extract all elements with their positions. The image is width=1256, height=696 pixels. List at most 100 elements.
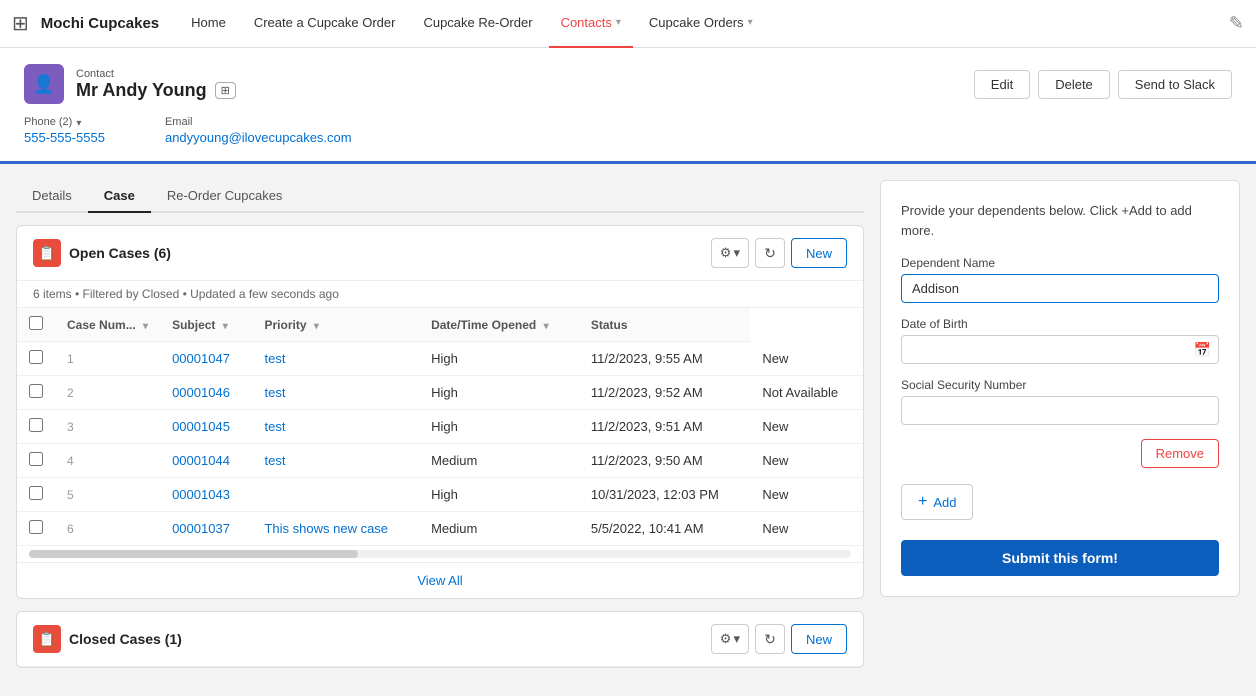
sort-icon: ▾	[544, 321, 549, 332]
phone-field: Phone (2) ▾ 555-555-5555	[24, 116, 105, 145]
calendar-icon[interactable]: 📅	[1194, 341, 1211, 358]
dependents-form: Provide your dependents below. Click +Ad…	[880, 180, 1240, 597]
plus-icon: +	[918, 493, 927, 511]
nav-create-order[interactable]: Create a Cupcake Order	[242, 0, 408, 48]
chevron-down-icon: ▾	[616, 17, 621, 28]
case-subject-link[interactable]: test	[264, 453, 285, 468]
datetime-cell: 11/2/2023, 9:51 AM	[579, 410, 751, 444]
date-of-birth-label: Date of Birth	[901, 317, 1219, 331]
table-row: 1 00001047 test High 11/2/2023, 9:55 AM …	[17, 342, 863, 376]
contact-partner-badge: ⊞	[215, 82, 236, 99]
table-row: 5 00001043 High 10/31/2023, 12:03 PM New	[17, 478, 863, 512]
case-subject-link[interactable]: This shows new case	[264, 521, 388, 536]
row-checkbox-cell	[17, 512, 55, 546]
case-number-link[interactable]: 00001045	[172, 419, 230, 434]
row-checkbox[interactable]	[29, 350, 43, 364]
edit-button[interactable]: Edit	[974, 70, 1030, 99]
phone-value[interactable]: 555-555-5555	[24, 130, 105, 145]
add-button[interactable]: + Add	[901, 484, 973, 520]
ssn-input[interactable]	[901, 396, 1219, 425]
new-case-button[interactable]: New	[791, 238, 847, 268]
closed-cases-header: 📋 Closed Cases (1) ⚙ ▾ ↻ New	[17, 612, 863, 667]
priority-cell: High	[419, 342, 579, 376]
case-subject-link[interactable]: test	[264, 419, 285, 434]
table-row: 2 00001046 test High 11/2/2023, 9:52 AM …	[17, 376, 863, 410]
tab-reorder[interactable]: Re-Order Cupcakes	[151, 180, 299, 213]
subject-cell: This shows new case	[252, 512, 419, 546]
priority-cell: Medium	[419, 512, 579, 546]
email-label: Email	[165, 116, 352, 128]
th-subject[interactable]: Subject ▾	[160, 308, 252, 342]
case-number-cell: 00001044	[160, 444, 252, 478]
view-all-link[interactable]: View All	[17, 562, 863, 598]
gear-icon: ⚙	[720, 631, 732, 647]
tab-details[interactable]: Details	[16, 180, 88, 213]
right-panel: Provide your dependents below. Click +Ad…	[880, 180, 1240, 597]
contact-type-icon: 👤	[33, 74, 55, 95]
row-checkbox-cell	[17, 342, 55, 376]
case-number-cell: 00001043	[160, 478, 252, 512]
table-row: 3 00001045 test High 11/2/2023, 9:51 AM …	[17, 410, 863, 444]
tab-case[interactable]: Case	[88, 180, 151, 213]
case-number-link[interactable]: 00001047	[172, 351, 230, 366]
case-subject-link[interactable]: test	[264, 351, 285, 366]
grid-icon[interactable]: ⊞	[12, 11, 29, 36]
submit-button[interactable]: Submit this form!	[901, 540, 1219, 576]
closed-gear-button[interactable]: ⚙ ▾	[711, 624, 749, 654]
case-number-link[interactable]: 00001043	[172, 487, 230, 502]
row-checkbox[interactable]	[29, 520, 43, 534]
nav-contacts[interactable]: Contacts ▾	[549, 0, 633, 48]
sort-icon: ▾	[223, 321, 228, 332]
cases-header: 📋 Open Cases (6) ⚙ ▾ ↻ New	[17, 226, 863, 281]
subject-cell: test	[252, 444, 419, 478]
horizontal-scrollbar[interactable]	[29, 550, 851, 558]
row-number: 3	[55, 410, 160, 444]
row-checkbox[interactable]	[29, 486, 43, 500]
dependent-name-field: Dependent Name	[901, 256, 1219, 303]
closed-cases-buttons: ⚙ ▾ ↻ New	[711, 624, 847, 654]
edit-icon[interactable]: ✎	[1229, 13, 1244, 34]
tabs: Details Case Re-Order Cupcakes	[16, 180, 864, 213]
nav-home[interactable]: Home	[179, 0, 238, 48]
row-checkbox[interactable]	[29, 418, 43, 432]
datetime-cell: 11/2/2023, 9:50 AM	[579, 444, 751, 478]
refresh-button[interactable]: ↻	[755, 238, 785, 268]
remove-button[interactable]: Remove	[1141, 439, 1219, 468]
nav-reorder[interactable]: Cupcake Re-Order	[411, 0, 544, 48]
dependent-name-input[interactable]	[901, 274, 1219, 303]
case-subject-link[interactable]: test	[264, 385, 285, 400]
datetime-cell: 10/31/2023, 12:03 PM	[579, 478, 751, 512]
case-number-link[interactable]: 00001044	[172, 453, 230, 468]
refresh-icon: ↻	[764, 631, 776, 648]
th-priority[interactable]: Priority ▾	[252, 308, 419, 342]
left-panel: Details Case Re-Order Cupcakes 📋 Open Ca…	[16, 180, 864, 680]
nav-cupcake-orders[interactable]: Cupcake Orders ▾	[637, 0, 765, 48]
priority-cell: High	[419, 410, 579, 444]
app-name: Mochi Cupcakes	[41, 15, 159, 32]
date-of-birth-input[interactable]	[901, 335, 1219, 364]
th-case-num[interactable]: Case Num... ▾	[55, 308, 160, 342]
datetime-cell: 5/5/2022, 10:41 AM	[579, 512, 751, 546]
gear-settings-button[interactable]: ⚙ ▾	[711, 238, 749, 268]
cases-header-buttons: ⚙ ▾ ↻ New	[711, 238, 847, 268]
sort-icon: ▾	[314, 321, 319, 332]
th-datetime[interactable]: Date/Time Opened ▾	[419, 308, 579, 342]
closed-refresh-button[interactable]: ↻	[755, 624, 785, 654]
case-number-link[interactable]: 00001037	[172, 521, 230, 536]
priority-cell: Medium	[419, 444, 579, 478]
case-number-link[interactable]: 00001046	[172, 385, 230, 400]
phone-dropdown-icon[interactable]: ▾	[76, 118, 81, 129]
row-checkbox[interactable]	[29, 384, 43, 398]
partner-icon: ⊞	[221, 84, 230, 97]
delete-button[interactable]: Delete	[1038, 70, 1110, 99]
email-field: Email andyyoung@ilovecupcakes.com	[165, 116, 352, 145]
phone-label: Phone (2)	[24, 116, 72, 128]
closed-new-button[interactable]: New	[791, 624, 847, 654]
contact-header: 👤 Contact Mr Andy Young ⊞ Edit Delete Se…	[0, 48, 1256, 164]
select-all-checkbox[interactable]	[29, 316, 43, 330]
main-content: Details Case Re-Order Cupcakes 📋 Open Ca…	[0, 164, 1256, 696]
send-to-slack-button[interactable]: Send to Slack	[1118, 70, 1232, 99]
email-value[interactable]: andyyoung@ilovecupcakes.com	[165, 130, 352, 145]
row-checkbox[interactable]	[29, 452, 43, 466]
status-cell: New	[750, 512, 863, 546]
